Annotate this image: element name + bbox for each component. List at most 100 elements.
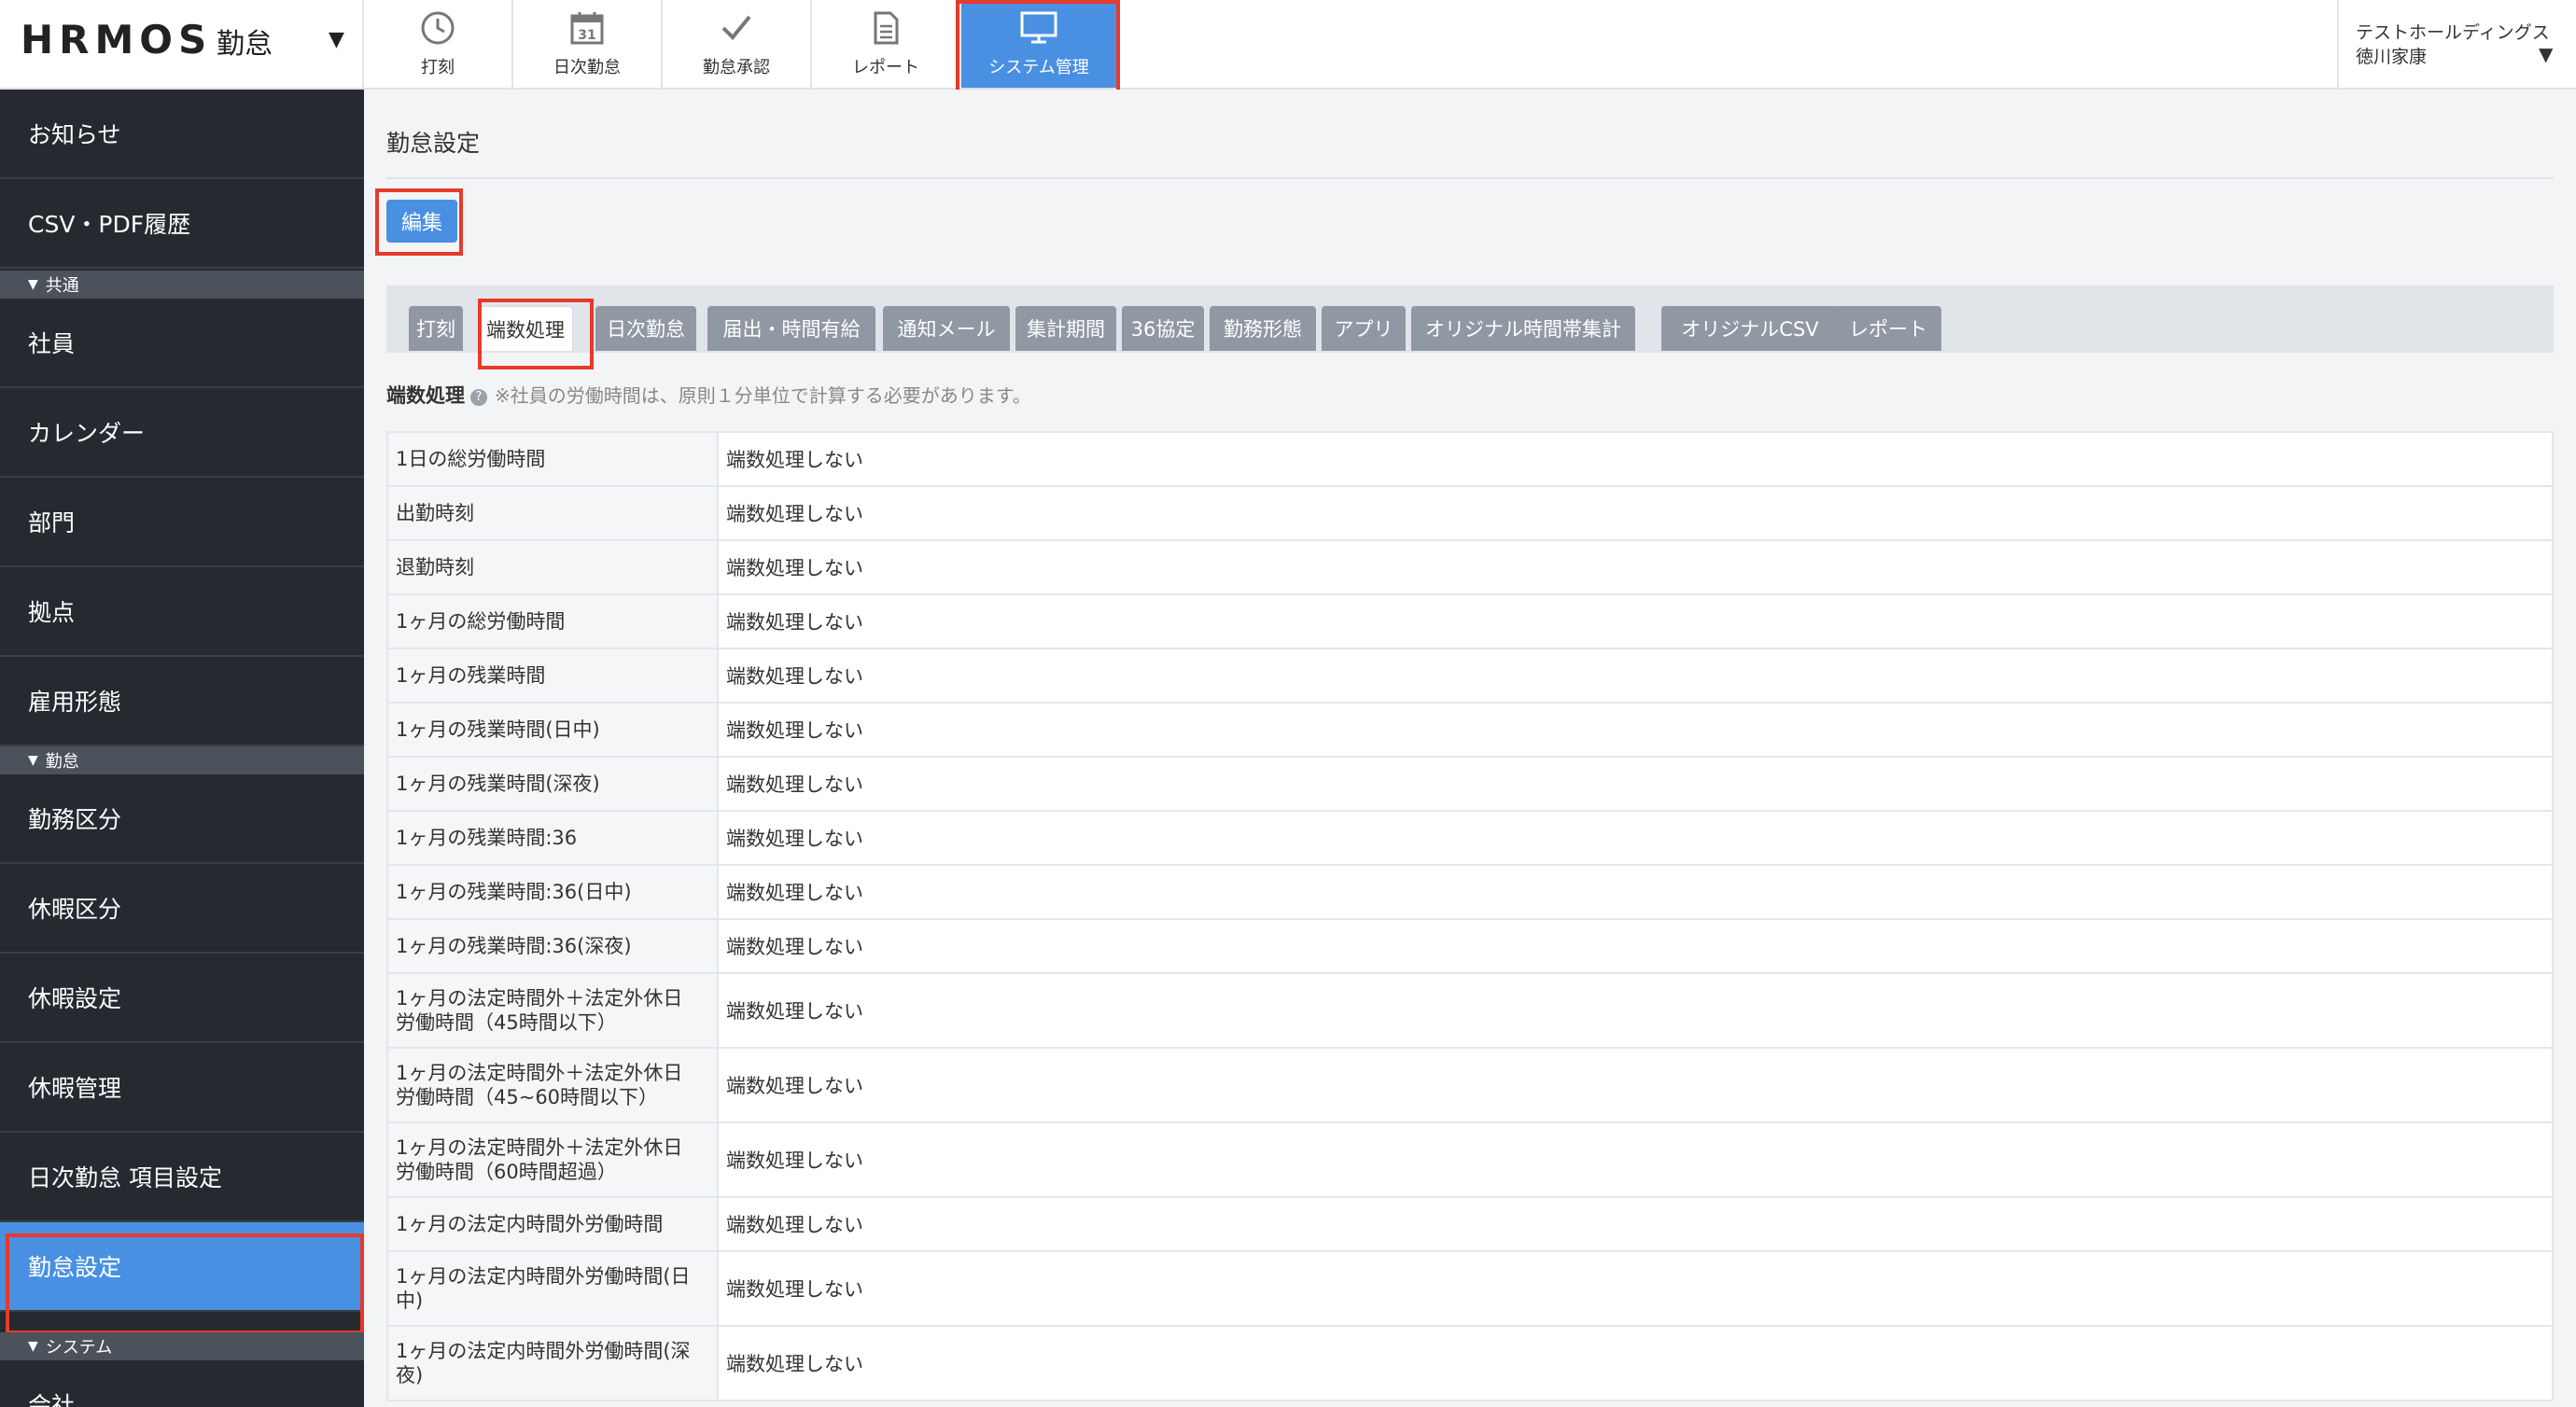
sidebar-item-csv-history[interactable]: CSV・PDF履歴 [0, 179, 364, 269]
nav-tab-daily[interactable]: 31 日次勤怠 [513, 0, 663, 88]
row-value: 端数処理しない [717, 485, 2554, 541]
table-row: 1ヶ月の法定時間外＋法定外休日 労働時間（60時間超過） 端数処理しない [386, 1121, 2554, 1198]
help-icon[interactable]: ? [470, 389, 487, 406]
tab-daily-attendance[interactable]: 日次勤怠 [595, 306, 696, 351]
product-name: 勤怠 [217, 28, 273, 61]
table-row: 退勤時刻 端数処理しない [386, 539, 2554, 595]
tab-app[interactable]: アプリ [1322, 306, 1406, 351]
sidebar-item-employment-types[interactable]: 雇用形態 [0, 657, 364, 746]
sidebar-item-label: カレンダー [28, 420, 146, 447]
nav-tab-report[interactable]: レポート [812, 0, 961, 88]
caret-down-icon[interactable]: ▼ [329, 28, 344, 51]
sidebar-item-calendar[interactable]: カレンダー [0, 388, 364, 478]
rounding-table-body: 1日の総労働時間 端数処理しない 出勤時刻 端数処理しない 退勤時刻 端数処理しない 1ヶ月… [386, 431, 2554, 1401]
table-row: 1ヶ月の法定内時間外労働時間(日 中) 端数処理しない [386, 1250, 2554, 1327]
sidebar-item-employees[interactable]: 社員 [0, 299, 364, 388]
row-value: 端数処理しない [717, 756, 2554, 812]
tab-notification-mail[interactable]: 通知メール [883, 306, 1010, 351]
triangle-down-icon: ▼ [28, 277, 38, 292]
row-label: 1ヶ月の残業時間(日中) [386, 702, 719, 758]
triangle-down-icon: ▼ [28, 753, 38, 768]
tab-rounding[interactable]: 端数処理 [478, 306, 573, 351]
row-value: 端数処理しない [717, 972, 2554, 1049]
tab-requests-hourly-leave[interactable]: 届出・時間有給 [707, 306, 875, 351]
sidebar-item-label: お知らせ [28, 121, 121, 148]
nav-tab-label: 日次勤怠 [553, 58, 621, 77]
section-note: ※社員の労働時間は、原則１分単位で計算する必要があります。 [495, 384, 1031, 407]
sidebar-section-system[interactable]: ▼ システム [0, 1332, 364, 1360]
nav-tab-label: レポート [852, 58, 919, 77]
table-row: 1ヶ月の残業時間:36(日中) 端数処理しない [386, 864, 2554, 920]
row-label: 1ヶ月の残業時間:36 [386, 810, 719, 866]
edit-button[interactable]: 編集 [386, 200, 457, 243]
section-title: 端数処理 [386, 384, 465, 407]
calendar-icon: 31 [570, 12, 604, 45]
row-label: 1ヶ月の残業時間:36(深夜) [386, 918, 719, 974]
sidebar-item-label: 休暇区分 [28, 896, 122, 923]
sidebar-item-label: CSV・PDF履歴 [28, 211, 191, 238]
table-row: 1ヶ月の残業時間:36(深夜) 端数処理しない [386, 918, 2554, 974]
sidebar-item-work-categories[interactable]: 勤務区分 [0, 774, 364, 864]
nav-tab-punch[interactable]: 打刻 [364, 0, 513, 88]
sidebar-item-label: 日次勤怠 項目設定 [28, 1164, 222, 1191]
sidebar-item-daily-attendance-fields[interactable]: 日次勤怠 項目設定 [0, 1133, 364, 1222]
row-value: 端数処理しない [717, 864, 2554, 920]
row-value: 端数処理しない [717, 648, 2554, 704]
row-value: 端数処理しない [717, 1196, 2554, 1252]
sidebar-item-company[interactable]: 会社 [0, 1360, 364, 1407]
row-label: 1ヶ月の法定内時間外労働時間(深 夜) [386, 1325, 719, 1401]
tab-report[interactable]: レポート [1835, 306, 1941, 351]
row-label: 1ヶ月の法定時間外＋法定外休日 労働時間（45~60時間以下） [386, 1047, 719, 1123]
tab-punch[interactable]: 打刻 [409, 306, 463, 351]
row-value: 端数処理しない [717, 593, 2554, 649]
tab-original-time-aggregation[interactable]: オリジナル時間帯集計 [1411, 306, 1635, 351]
row-label: 出勤時刻 [386, 485, 719, 541]
row-label: 退勤時刻 [386, 539, 719, 595]
sidebar-item-leave-management[interactable]: 休暇管理 [0, 1043, 364, 1133]
row-value: 端数処理しない [717, 539, 2554, 595]
table-row: 1ヶ月の法定時間外＋法定外休日 労働時間（45時間以下） 端数処理しない [386, 972, 2554, 1049]
row-value: 端数処理しない [717, 1121, 2554, 1198]
sidebar-item-leave-categories[interactable]: 休暇区分 [0, 864, 364, 954]
top-header: HRMOS 勤怠 ▼ 打刻 31 日次勤怠 勤怠承認 レポート システム管理 テ… [0, 0, 2576, 95]
row-label: 1ヶ月の法定時間外＋法定外休日 労働時間（60時間超過） [386, 1121, 719, 1198]
row-label: 1ヶ月の法定内時間外労働時間 [386, 1196, 719, 1252]
sidebar-item-label: 会社 [28, 1392, 76, 1407]
sidebar-item-locations[interactable]: 拠点 [0, 567, 364, 657]
sidebar-item-notices[interactable]: お知らせ [0, 90, 364, 179]
nav-tab-approval[interactable]: 勤怠承認 [663, 0, 812, 88]
user-menu[interactable]: テストホールディングス 徳川家康 ▼ [2337, 0, 2576, 88]
section-label: 共通 [45, 276, 79, 296]
table-row: 1ヶ月の総労働時間 端数処理しない [386, 593, 2554, 649]
table-row: 1ヶ月の残業時間:36 端数処理しない [386, 810, 2554, 866]
row-value: 端数処理しない [717, 810, 2554, 866]
sidebar-item-label: 社員 [28, 330, 76, 357]
caret-down-icon[interactable]: ▼ [2539, 43, 2553, 65]
tab-36-agreement[interactable]: 36協定 [1122, 306, 1204, 351]
row-value: 端数処理しない [717, 1250, 2554, 1327]
nav-tab-label: 勤怠承認 [703, 58, 770, 77]
table-row: 1日の総労働時間 端数処理しない [386, 431, 2554, 487]
row-label: 1日の総労働時間 [386, 431, 719, 487]
section-label: システム [45, 1338, 113, 1358]
sidebar-item-leave-settings[interactable]: 休暇設定 [0, 954, 364, 1043]
nav-tab-system[interactable]: システム管理 [961, 0, 1118, 88]
sidebar-section-attendance[interactable]: ▼ 勤怠 [0, 746, 364, 774]
tab-aggregation-period[interactable]: 集計期間 [1015, 306, 1116, 351]
tab-work-style[interactable]: 勤務形態 [1210, 306, 1316, 351]
sidebar-item-attendance-settings[interactable]: 勤怠設定 [0, 1222, 364, 1312]
sidebar-item-label: 勤怠設定 [28, 1254, 122, 1281]
sidebar-item-label: 部門 [28, 509, 76, 536]
table-row: 1ヶ月の法定内時間外労働時間(深 夜) 端数処理しない [386, 1325, 2554, 1401]
table-row: 1ヶ月の残業時間(日中) 端数処理しない [386, 702, 2554, 758]
table-row: 1ヶ月の法定内時間外労働時間 端数処理しない [386, 1196, 2554, 1252]
tab-original-csv[interactable]: オリジナルCSV [1661, 306, 1839, 351]
table-row: 1ヶ月の法定時間外＋法定外休日 労働時間（45~60時間以下） 端数処理しない [386, 1047, 2554, 1123]
divider [386, 177, 2554, 179]
brand-switcher[interactable]: HRMOS 勤怠 ▼ [0, 0, 364, 88]
sidebar-item-departments[interactable]: 部門 [0, 478, 364, 567]
section-header: 端数処理? ※社員の労働時間は、原則１分単位で計算する必要があります。 [386, 381, 1031, 409]
row-label: 1ヶ月の残業時間(深夜) [386, 756, 719, 812]
sidebar: お知らせ CSV・PDF履歴 ▼ 共通 社員 カレンダー 部門 拠点 雇用形態 ▼… [0, 90, 364, 1407]
sidebar-section-common[interactable]: ▼ 共通 [0, 271, 364, 299]
